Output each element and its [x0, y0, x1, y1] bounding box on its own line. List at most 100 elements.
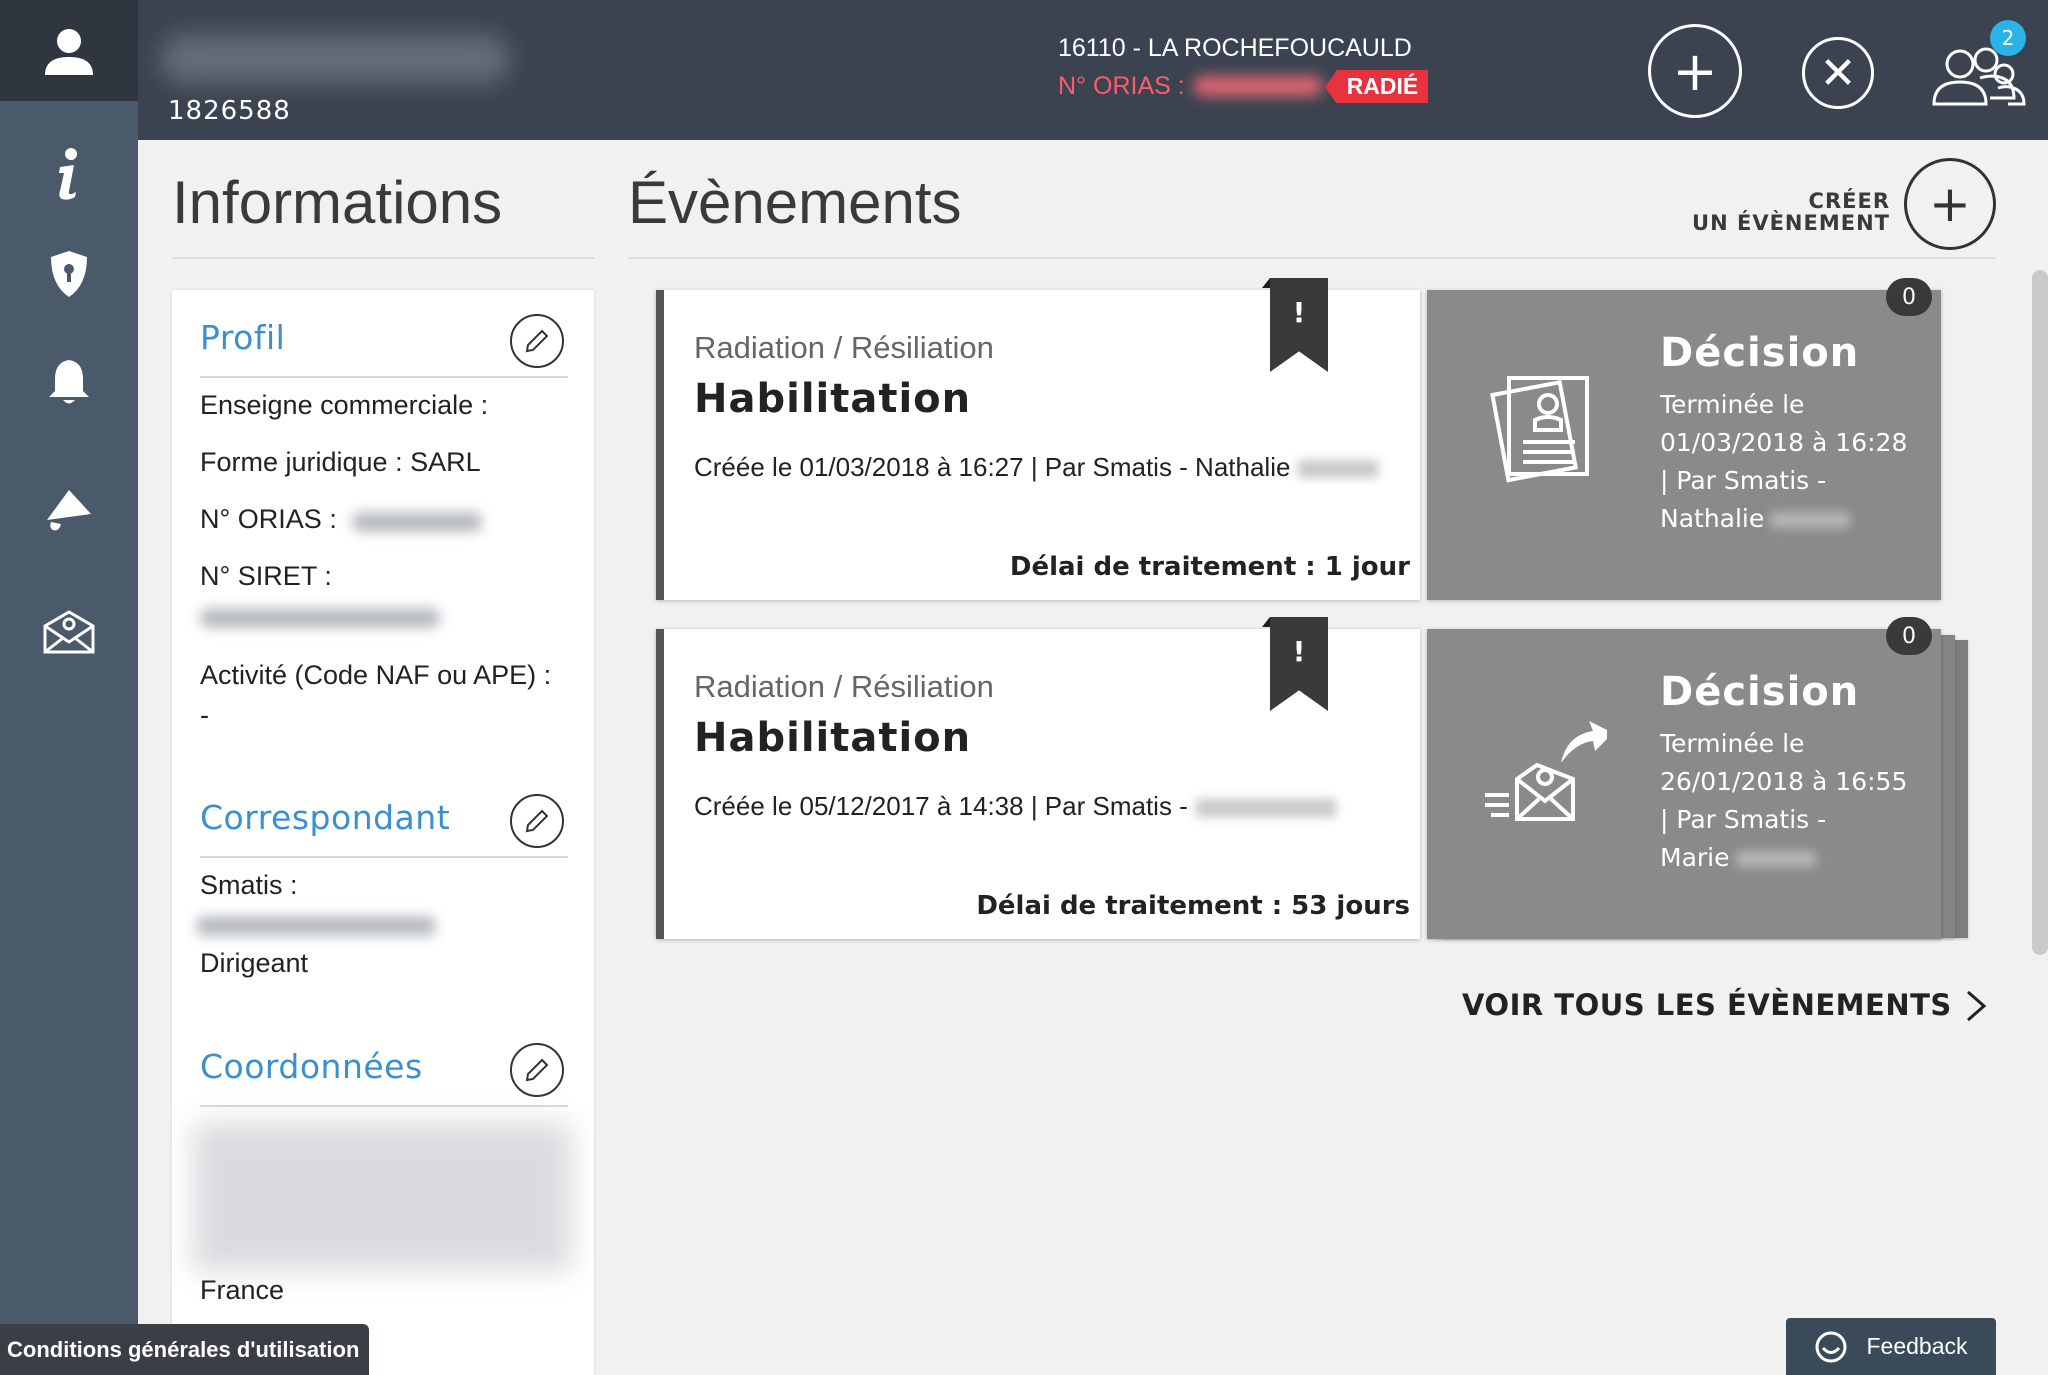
create-event-label[interactable]: CRÉER UN ÉVÈNEMENT: [1660, 190, 1890, 234]
alert-flag-icon: !: [1270, 617, 1328, 711]
alert-flag-icon: !: [1270, 278, 1328, 372]
redacted-surname: [1770, 512, 1851, 528]
bell-icon: [49, 360, 89, 404]
event-card[interactable]: ! Radiation / Résiliation Habilitation C…: [656, 278, 1420, 600]
informations-title: Informations: [172, 169, 503, 236]
close-button[interactable]: ✕: [1802, 37, 1874, 109]
top-header: 1826588 16110 - LA ROCHEFOUCAULD N° ORIA…: [0, 0, 2048, 140]
decision-details: Terminée le 01/03/2018 à 16:28 | Par Sma…: [1660, 386, 1930, 538]
event-name: Habilitation: [694, 376, 972, 422]
decision-line: Terminée le: [1660, 729, 1805, 758]
plus-icon: +: [1672, 39, 1718, 103]
activite-value: -: [200, 700, 209, 730]
country: France: [200, 1275, 285, 1305]
flag-fold: [1262, 617, 1270, 627]
sidebar: [0, 101, 138, 1375]
edit-coordonnees-button[interactable]: [510, 1043, 564, 1097]
event-created-text: Créée le 01/03/2018 à 16:27 | Par Smatis…: [694, 452, 1291, 482]
redacted-author: [1195, 799, 1336, 818]
orias-row: N° ORIAS : RADIÉ: [1058, 66, 1429, 106]
divider: [628, 257, 1996, 259]
event-name: Habilitation: [694, 715, 972, 761]
edit-profil-button[interactable]: [510, 314, 564, 368]
user-icon: [45, 28, 93, 75]
event-category: Radiation / Résiliation: [694, 669, 994, 704]
redacted-company-name: [160, 34, 510, 84]
informations-panel: Profil Enseigne commerciale : Forme juri…: [172, 290, 594, 1375]
decision-line: Marie: [1660, 839, 1930, 877]
divider: [200, 856, 568, 858]
siret-label: N° SIRET :: [200, 561, 332, 591]
orias-label: N° ORIAS :: [1058, 71, 1185, 100]
add-button[interactable]: +: [1648, 24, 1742, 118]
decision-card[interactable]: 0 Décision Terminée le 26/01/2018 à 16:5…: [1427, 617, 1941, 939]
activite-label: Activité (Code NAF ou APE) :: [200, 660, 552, 690]
redacted-address: [192, 1122, 572, 1272]
location-label: 16110 - LA ROCHEFOUCAULD: [1058, 34, 1412, 62]
shield-icon: [51, 251, 87, 297]
close-icon: ✕: [1819, 47, 1857, 99]
decision-line: 01/03/2018 à 16:28: [1660, 428, 1908, 457]
sidebar-item-alerts[interactable]: [0, 337, 138, 427]
feedback-icon: [1815, 1331, 1847, 1362]
info-icon: [59, 148, 77, 200]
decision-count-badge: 0: [1886, 617, 1932, 655]
event-created-text: Créée le 05/12/2017 à 14:38 | Par Smatis…: [694, 791, 1188, 821]
email-send-icon: [1485, 721, 1607, 821]
sidebar-item-security[interactable]: [0, 229, 138, 319]
correspondant-section-title: Correspondant: [200, 798, 451, 837]
decision-card[interactable]: 0 Décision Terminée le 01/03/2018 à 16:2…: [1427, 278, 1941, 600]
enseigne-label: Enseigne commerciale :: [200, 390, 489, 420]
events-title: Évènements: [628, 169, 962, 236]
decision-details: Terminée le 26/01/2018 à 16:55 | Par Sma…: [1660, 725, 1930, 877]
sidebar-item-announcements[interactable]: [0, 465, 138, 555]
redacted-siret: [200, 608, 440, 628]
divider: [200, 376, 568, 378]
create-event-button[interactable]: +: [1904, 158, 1996, 250]
user-avatar[interactable]: [0, 0, 138, 101]
correspondant-smatis-label: Smatis :: [200, 870, 298, 900]
decision-line: Terminée le: [1660, 390, 1805, 419]
decision-title: Décision: [1660, 669, 1860, 715]
status-badge: RADIÉ: [1324, 69, 1429, 104]
chevron-right-icon[interactable]: [1962, 986, 1990, 1026]
feedback-label: Feedback: [1866, 1333, 1968, 1359]
decision-count-badge: 0: [1886, 278, 1932, 316]
pencil-icon: [525, 1058, 549, 1082]
flag-fold: [1262, 278, 1270, 288]
sidebar-item-messages[interactable]: [0, 587, 138, 677]
sidebar-item-info[interactable]: [0, 129, 138, 219]
event-created: Créée le 01/03/2018 à 16:27 | Par Smatis…: [694, 452, 1379, 483]
decision-line: | Par Smatis -: [1660, 466, 1827, 495]
redacted-correspondant-name: [196, 916, 436, 936]
see-all-events-link[interactable]: VOIR TOUS LES ÉVÈNEMENTS: [1462, 988, 1952, 1022]
event-delay: Délai de traitement : 53 jours: [976, 891, 1410, 921]
create-event-label-line2: UN ÉVÈNEMENT: [1692, 211, 1890, 235]
event-delay: Délai de traitement : 1 jour: [1009, 552, 1410, 582]
mail-icon: [43, 610, 95, 654]
notification-count-badge: 2: [1990, 20, 2026, 56]
scrollbar[interactable]: [2032, 270, 2048, 955]
megaphone-icon: [47, 490, 91, 531]
decision-line: | Par Smatis -: [1660, 805, 1827, 834]
decision-line: Nathalie: [1660, 500, 1930, 538]
user-id: 1826588: [168, 96, 291, 126]
forme-juridique: Forme juridique : SARL: [200, 447, 481, 477]
feedback-button[interactable]: Feedback: [1786, 1318, 1996, 1375]
event-card[interactable]: ! Radiation / Résiliation Habilitation C…: [656, 617, 1420, 939]
edit-correspondant-button[interactable]: [510, 794, 564, 848]
decision-title: Décision: [1660, 330, 1860, 376]
orias-field-label: N° ORIAS :: [200, 504, 337, 534]
terms-link[interactable]: Conditions générales d'utilisation: [0, 1324, 370, 1375]
profil-section-title: Profil: [200, 318, 286, 357]
event-created: Créée le 05/12/2017 à 14:38 | Par Smatis…: [694, 791, 1336, 822]
decision-author: Marie: [1660, 843, 1730, 872]
redacted-orias-number: [1192, 76, 1323, 96]
correspondant-role: Dirigeant: [200, 948, 309, 978]
coordonnees-section-title: Coordonnées: [200, 1047, 423, 1086]
redacted-orias: [352, 512, 482, 532]
pencil-icon: [525, 329, 549, 353]
divider: [200, 1105, 568, 1107]
decision-line: 26/01/2018 à 16:55: [1660, 767, 1908, 796]
create-event-label-line1: CRÉER: [1808, 189, 1890, 213]
